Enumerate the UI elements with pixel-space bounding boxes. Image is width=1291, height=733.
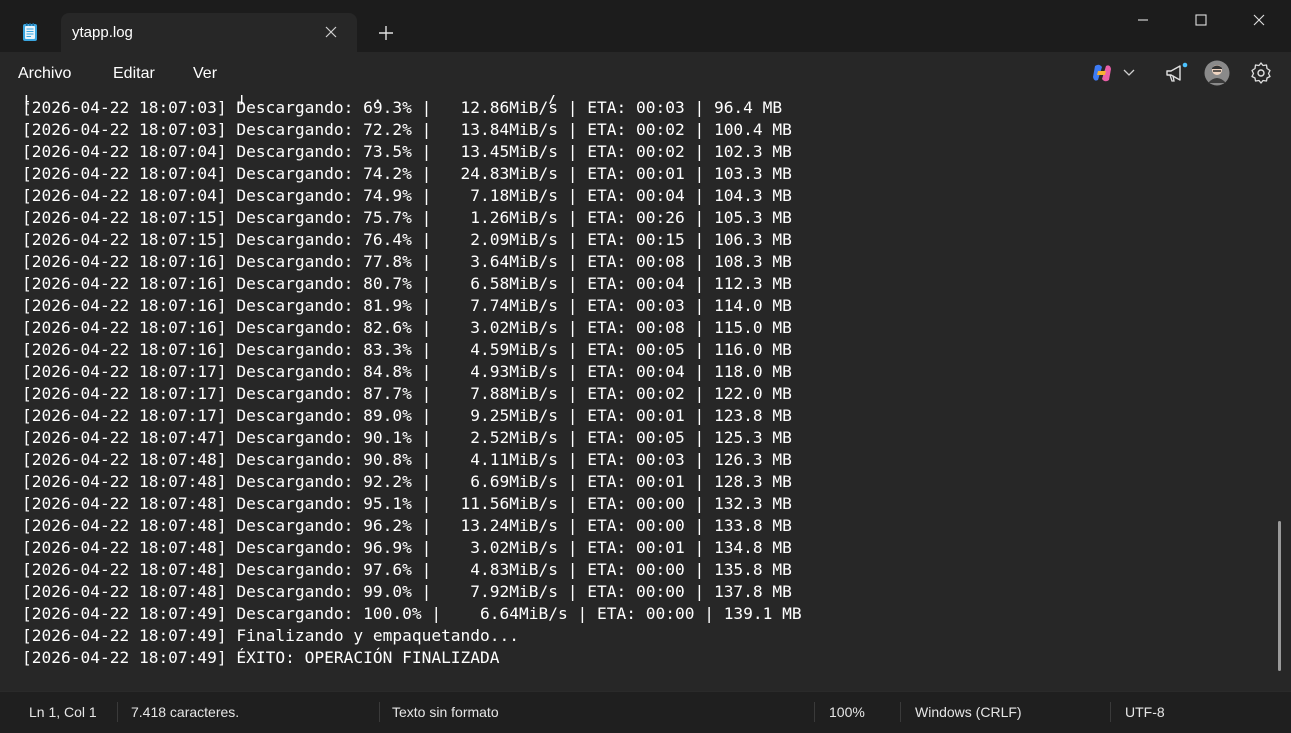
log-line: [2026-04-22 18:07:48] Descargando: 96.2%… — [22, 516, 792, 535]
chevron-down-icon[interactable] — [1121, 65, 1137, 81]
log-line: [2026-04-22 18:07:48] Descargando: 99.0%… — [22, 582, 792, 601]
status-encoding[interactable]: UTF-8 — [1125, 704, 1165, 720]
text-editor[interactable]: [ ] . / [2026-04-22 18:07:03] Descargand… — [0, 95, 1291, 691]
status-line-ending[interactable]: Windows (CRLF) — [915, 704, 1022, 720]
minimize-icon[interactable] — [1114, 0, 1172, 40]
menu-view[interactable]: Ver — [193, 65, 217, 83]
log-line: [2026-04-22 18:07:49] Finalizando y empa… — [22, 626, 520, 645]
log-line: [2026-04-22 18:07:16] Descargando: 82.6%… — [22, 318, 792, 337]
close-icon[interactable] — [321, 22, 341, 42]
log-line: [2026-04-22 18:07:03] Descargando: 72.2%… — [22, 120, 792, 139]
maximize-icon[interactable] — [1172, 0, 1230, 40]
menu-file[interactable]: Archivo — [18, 65, 71, 83]
status-bar: Ln 1, Col 1 7.418 caracteres. Texto sin … — [0, 691, 1291, 733]
title-bar: ytapp.log — [0, 0, 1291, 52]
log-line: [2026-04-22 18:07:04] Descargando: 74.2%… — [22, 164, 792, 183]
megaphone-icon[interactable] — [1163, 61, 1189, 85]
log-line: [2026-04-22 18:07:15] Descargando: 75.7%… — [22, 208, 792, 227]
log-line: [2026-04-22 18:07:17] Descargando: 87.7%… — [22, 384, 792, 403]
menu-edit[interactable]: Editar — [113, 65, 155, 83]
log-line: [2026-04-22 18:07:04] Descargando: 73.5%… — [22, 142, 792, 161]
log-line: [2026-04-22 18:07:48] Descargando: 96.9%… — [22, 538, 792, 557]
notepad-icon — [20, 22, 40, 42]
gear-icon[interactable] — [1249, 61, 1273, 85]
status-character-count: 7.418 caracteres. — [131, 704, 240, 720]
log-line: [2026-04-22 18:07:48] Descargando: 95.1%… — [22, 494, 792, 513]
scrollbar-thumb[interactable] — [1278, 521, 1281, 671]
status-divider — [379, 702, 380, 722]
avatar[interactable] — [1204, 60, 1230, 86]
log-line: [2026-04-22 18:07:48] Descargando: 92.2%… — [22, 472, 792, 491]
tab-title: ytapp.log — [72, 24, 133, 41]
close-icon[interactable] — [1230, 0, 1288, 40]
status-divider — [900, 702, 901, 722]
log-line: [2026-04-22 18:07:16] Descargando: 80.7%… — [22, 274, 792, 293]
log-line: [2026-04-22 18:07:48] Descargando: 90.8%… — [22, 450, 792, 469]
log-line: [2026-04-22 18:07:04] Descargando: 74.9%… — [22, 186, 792, 205]
status-text-format[interactable]: Texto sin formato — [392, 704, 499, 720]
status-divider — [117, 702, 118, 722]
plus-icon[interactable] — [375, 22, 397, 44]
log-line: [2026-04-22 18:07:47] Descargando: 90.1%… — [22, 428, 792, 447]
log-line: [2026-04-22 18:07:49] ÉXITO: OPERACIÓN F… — [22, 648, 500, 667]
menu-bar: Archivo Editar Ver — [0, 52, 1291, 95]
status-divider — [1110, 702, 1111, 722]
log-line: [2026-04-22 18:07:03] Descargando: 69.3%… — [22, 98, 783, 117]
log-line: [2026-04-22 18:07:48] Descargando: 97.6%… — [22, 560, 792, 579]
log-line: [2026-04-22 18:07:15] Descargando: 76.4%… — [22, 230, 792, 249]
log-line: [2026-04-22 18:07:16] Descargando: 77.8%… — [22, 252, 792, 271]
status-cursor-position[interactable]: Ln 1, Col 1 — [29, 704, 97, 720]
log-line: [2026-04-22 18:07:17] Descargando: 89.0%… — [22, 406, 792, 425]
log-line: [2026-04-22 18:07:17] Descargando: 84.8%… — [22, 362, 792, 381]
log-line: [2026-04-22 18:07:49] Descargando: 100.0… — [22, 604, 802, 623]
status-divider — [814, 702, 815, 722]
log-line: [2026-04-22 18:07:16] Descargando: 81.9%… — [22, 296, 792, 315]
log-line: [2026-04-22 18:07:16] Descargando: 83.3%… — [22, 340, 792, 359]
copilot-icon[interactable] — [1090, 62, 1114, 84]
status-zoom[interactable]: 100% — [829, 704, 865, 720]
tab-ytapp-log[interactable]: ytapp.log — [61, 13, 357, 52]
